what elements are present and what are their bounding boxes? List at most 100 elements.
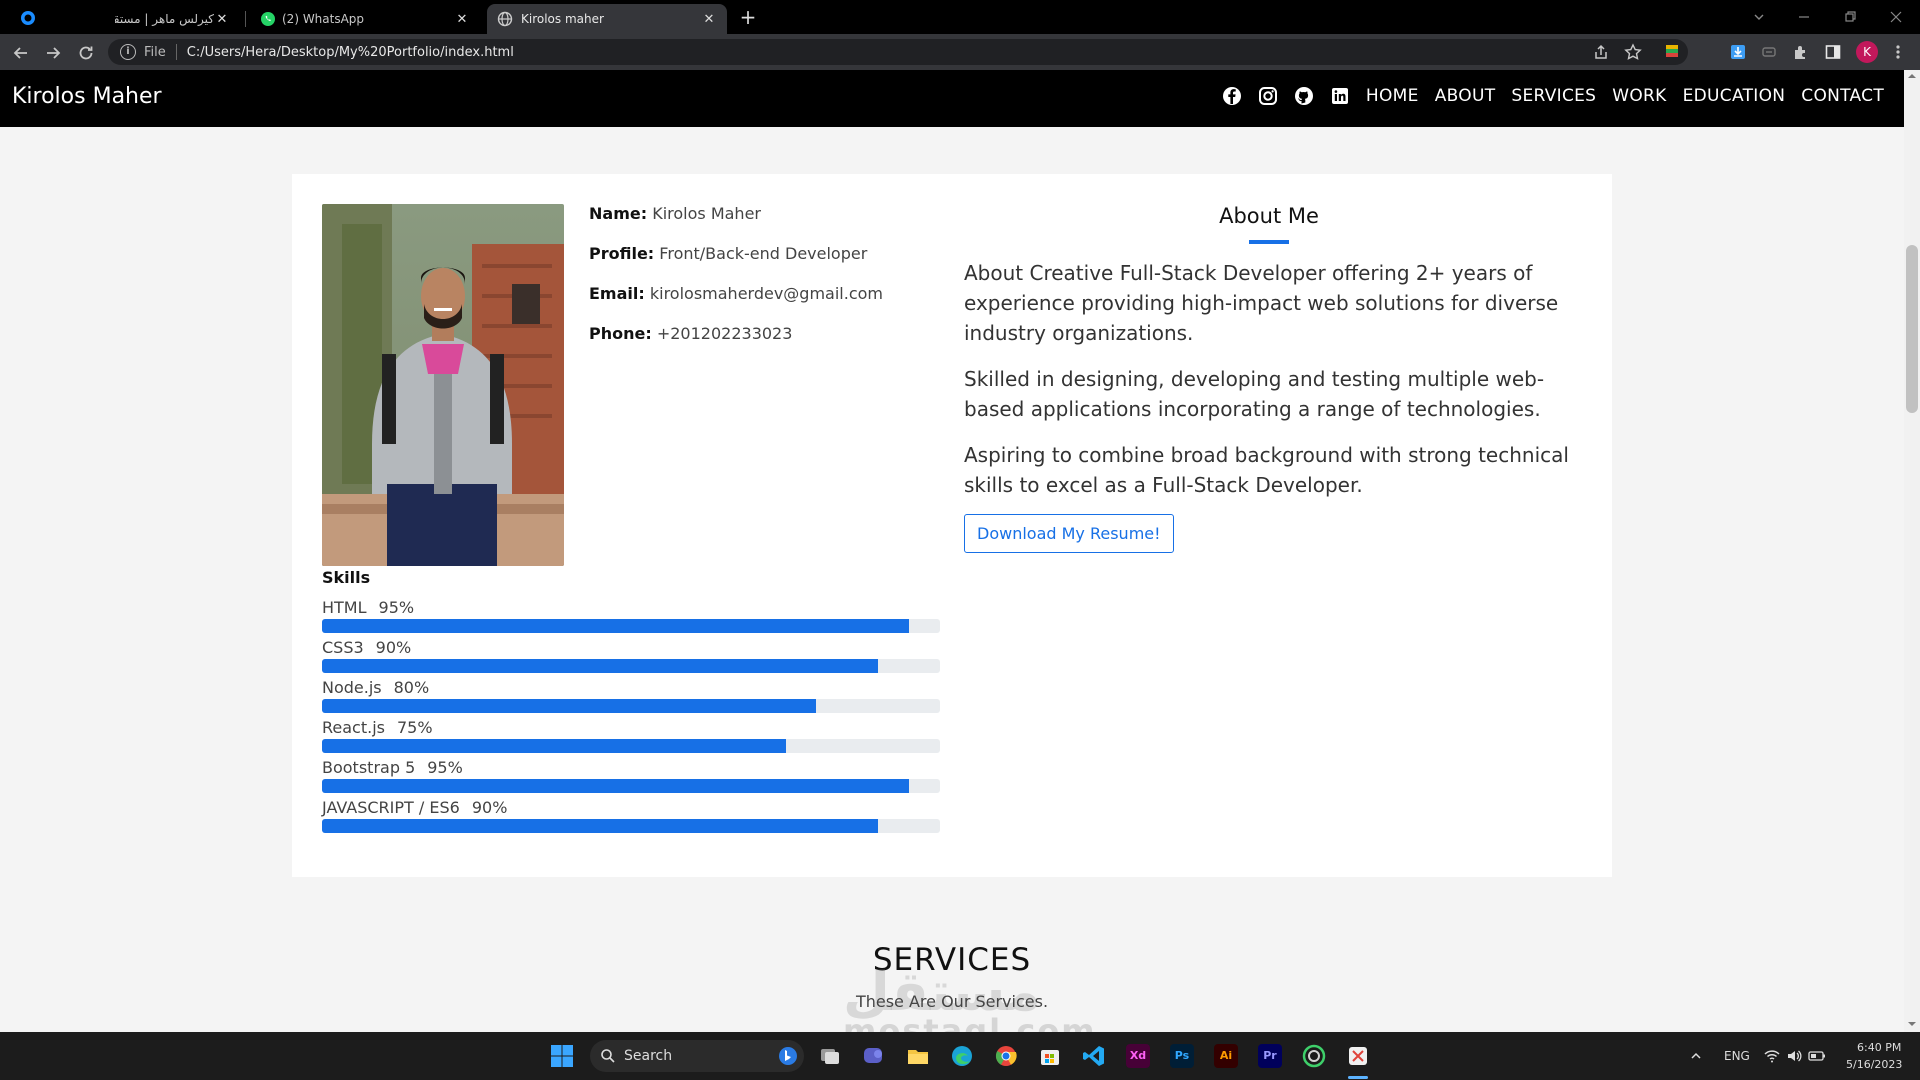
scheme-label: File xyxy=(144,44,166,60)
taskbar-search[interactable]: Search xyxy=(590,1040,804,1072)
skill-percent: 95% xyxy=(378,598,415,617)
github-icon[interactable] xyxy=(1294,86,1314,106)
nav-education[interactable]: EDUCATION xyxy=(1683,86,1786,106)
about-paragraph: Aspiring to combine broad background wit… xyxy=(964,443,1569,497)
skill-item: CSS3 90% xyxy=(322,638,940,673)
wifi-icon[interactable] xyxy=(1764,1048,1780,1064)
extension-icon[interactable] xyxy=(1760,43,1778,61)
tab-title: كيرلس ماهر | مستقل xyxy=(115,12,214,26)
restore-icon[interactable] xyxy=(1843,10,1857,24)
tab-title: Kirolos maher xyxy=(521,12,604,26)
skill-percent: 90% xyxy=(471,798,508,817)
snipping-tool-icon[interactable] xyxy=(1346,1044,1370,1068)
tab-close-icon[interactable]: ✕ xyxy=(701,12,717,27)
edge-browser-icon[interactable] xyxy=(950,1044,974,1068)
info-icon[interactable]: i xyxy=(120,44,136,60)
minimize-icon[interactable] xyxy=(1797,10,1811,24)
url-text[interactable]: C:/Users/Hera/Desktop/My%20Portfolio/ind… xyxy=(187,45,514,60)
address-bar[interactable]: i File C:/Users/Hera/Desktop/My%20Portfo… xyxy=(108,39,1688,65)
volume-icon[interactable] xyxy=(1786,1048,1802,1064)
download-extension-icon[interactable] xyxy=(1729,43,1747,61)
skill-name: Bootstrap 5 xyxy=(322,758,416,777)
bookmark-star-icon[interactable] xyxy=(1624,43,1642,61)
info-email-label: Email: xyxy=(589,284,645,303)
tab-close-icon[interactable]: ✕ xyxy=(454,12,470,27)
circle-app-icon[interactable] xyxy=(1302,1044,1326,1068)
tab-close-icon[interactable]: ✕ xyxy=(214,12,230,27)
microsoft-store-icon[interactable] xyxy=(1038,1044,1062,1068)
tab-whatsapp[interactable]: (2) WhatsApp ✕ xyxy=(250,4,480,34)
search-icon xyxy=(601,1049,615,1063)
site-brand[interactable]: Kirolos Maher xyxy=(12,84,162,109)
close-window-icon[interactable] xyxy=(1889,10,1903,24)
profile-avatar[interactable]: K xyxy=(1856,41,1878,63)
task-view-icon[interactable] xyxy=(818,1044,842,1068)
illustrator-icon[interactable]: Ai xyxy=(1214,1044,1238,1068)
skill-name: React.js xyxy=(322,718,385,737)
download-resume-button[interactable]: Download My Resume! xyxy=(964,514,1174,553)
tab-kirolos[interactable]: Kirolos maher ✕ xyxy=(487,4,727,34)
more-vertical-icon[interactable] xyxy=(1889,43,1907,61)
reload-icon[interactable] xyxy=(76,43,96,63)
windows-start-icon[interactable] xyxy=(550,1044,574,1068)
skill-item: React.js 75% xyxy=(322,718,940,753)
adobe-xd-icon[interactable]: Xd xyxy=(1126,1044,1150,1068)
clock-time[interactable]: 6:40 PM xyxy=(1857,1041,1901,1054)
chrome-browser-icon[interactable] xyxy=(994,1044,1018,1068)
services-subtitle: These Are Our Services. xyxy=(855,992,1049,1011)
forward-arrow-icon[interactable] xyxy=(43,43,63,63)
facebook-icon[interactable] xyxy=(1222,86,1242,106)
file-explorer-icon[interactable] xyxy=(906,1044,930,1068)
scroll-down-arrow-icon[interactable] xyxy=(1908,1020,1916,1028)
skill-progress-fill xyxy=(322,619,910,633)
chevron-down-icon[interactable] xyxy=(1752,10,1766,24)
nav-services[interactable]: SERVICES xyxy=(1511,86,1596,106)
nav-work[interactable]: WORK xyxy=(1612,86,1666,106)
vscode-icon[interactable] xyxy=(1082,1044,1106,1068)
about-paragraph: Skilled in designing, developing and tes… xyxy=(964,367,1545,421)
about-title: About Me xyxy=(1219,204,1319,228)
share-icon[interactable] xyxy=(1592,43,1610,61)
about-title-underline xyxy=(1249,240,1289,244)
scrollbar-thumb[interactable] xyxy=(1906,245,1918,413)
clock-date[interactable]: 5/16/2023 xyxy=(1846,1058,1902,1071)
skill-percent: 95% xyxy=(427,758,463,777)
tab-mostaql[interactable]: كيرلس ماهر | مستقل ✕ xyxy=(105,4,240,34)
new-tab-button[interactable]: + xyxy=(738,4,758,30)
linkedin-icon[interactable] xyxy=(1330,86,1350,106)
browser-toolbar: i File C:/Users/Hera/Desktop/My%20Portfo… xyxy=(0,34,1920,70)
skill-percent: 90% xyxy=(375,638,412,657)
info-email-value: kirolosmaherdev@gmail.com xyxy=(649,284,883,303)
nav-contact[interactable]: CONTACT xyxy=(1801,86,1884,106)
premiere-icon[interactable]: Pr xyxy=(1258,1044,1282,1068)
photoshop-icon[interactable]: Ps xyxy=(1170,1044,1194,1068)
taskbar-search-label: Search xyxy=(624,1048,673,1064)
info-phone: Phone: +201202233023 xyxy=(589,324,969,345)
language-indicator[interactable]: ENG xyxy=(1724,1049,1750,1063)
instagram-icon[interactable] xyxy=(1258,86,1278,106)
skill-progress-track xyxy=(322,739,940,753)
tray-overflow-chevron-icon[interactable] xyxy=(1690,1050,1702,1062)
info-phone-value: +201202233023 xyxy=(656,324,793,343)
puzzle-extensions-icon[interactable] xyxy=(1792,43,1810,61)
battery-icon[interactable] xyxy=(1808,1048,1826,1064)
skill-name: Node.js xyxy=(322,678,382,697)
teams-chat-icon[interactable] xyxy=(862,1044,886,1068)
nav-about[interactable]: ABOUT xyxy=(1435,86,1496,106)
bing-icon[interactable] xyxy=(778,1046,798,1066)
page-scrollbar[interactable] xyxy=(1904,70,1920,1032)
skill-item: JAVASCRIPT / ES6 90% xyxy=(322,798,940,833)
skill-item: Bootstrap 5 95% xyxy=(322,758,940,793)
side-panel-icon[interactable] xyxy=(1824,43,1842,61)
info-email: Email: kirolosmaherdev@gmail.com xyxy=(589,284,969,305)
nav-home[interactable]: HOME xyxy=(1366,86,1419,106)
tab-title: (2) WhatsApp xyxy=(282,12,365,26)
info-name-label: Name: xyxy=(589,204,648,223)
scroll-up-arrow-icon[interactable] xyxy=(1908,72,1916,80)
skill-percent: 80% xyxy=(393,678,430,697)
info-profile-value: Front/Back-end Developer xyxy=(659,244,868,263)
back-arrow-icon[interactable] xyxy=(11,43,31,63)
color-extension-icon[interactable] xyxy=(1663,43,1681,61)
skills-title: Skills xyxy=(322,568,371,587)
skill-label: JAVASCRIPT / ES6 90% xyxy=(322,798,940,818)
